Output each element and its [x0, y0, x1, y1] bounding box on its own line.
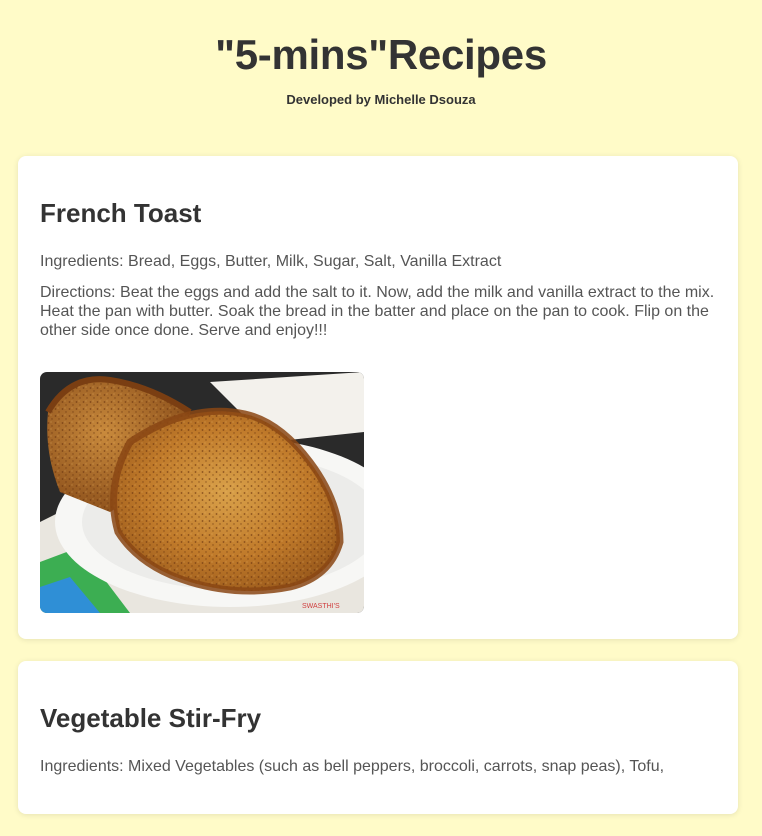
recipe-list: French Toast Ingredients: Bread, Eggs, B… — [18, 156, 738, 836]
recipe-card-french-toast: French Toast Ingredients: Bread, Eggs, B… — [18, 156, 738, 639]
recipe-ingredients: Ingredients: Mixed Vegetables (such as b… — [40, 758, 665, 775]
page-title: "5-mins"Recipes — [215, 31, 547, 78]
recipe-ingredients: Ingredients: Bread, Eggs, Butter, Milk, … — [40, 253, 502, 270]
recipe-directions: Directions: Beat the eggs and add the sa… — [40, 284, 715, 339]
recipe-title: French Toast — [40, 198, 202, 228]
page-header: "5-mins"Recipes Developed by Michelle Ds… — [0, 0, 762, 107]
recipe-title: Vegetable Stir-Fry — [40, 703, 262, 733]
image-watermark: SWASTHI'S — [302, 603, 340, 610]
recipe-card-vegetable-stir-fry: Vegetable Stir-Fry Ingredients: Mixed Ve… — [18, 661, 738, 814]
author-byline: Developed by Michelle Dsouza — [286, 92, 476, 107]
french-toast-image: SWASTHI'S — [40, 372, 364, 613]
